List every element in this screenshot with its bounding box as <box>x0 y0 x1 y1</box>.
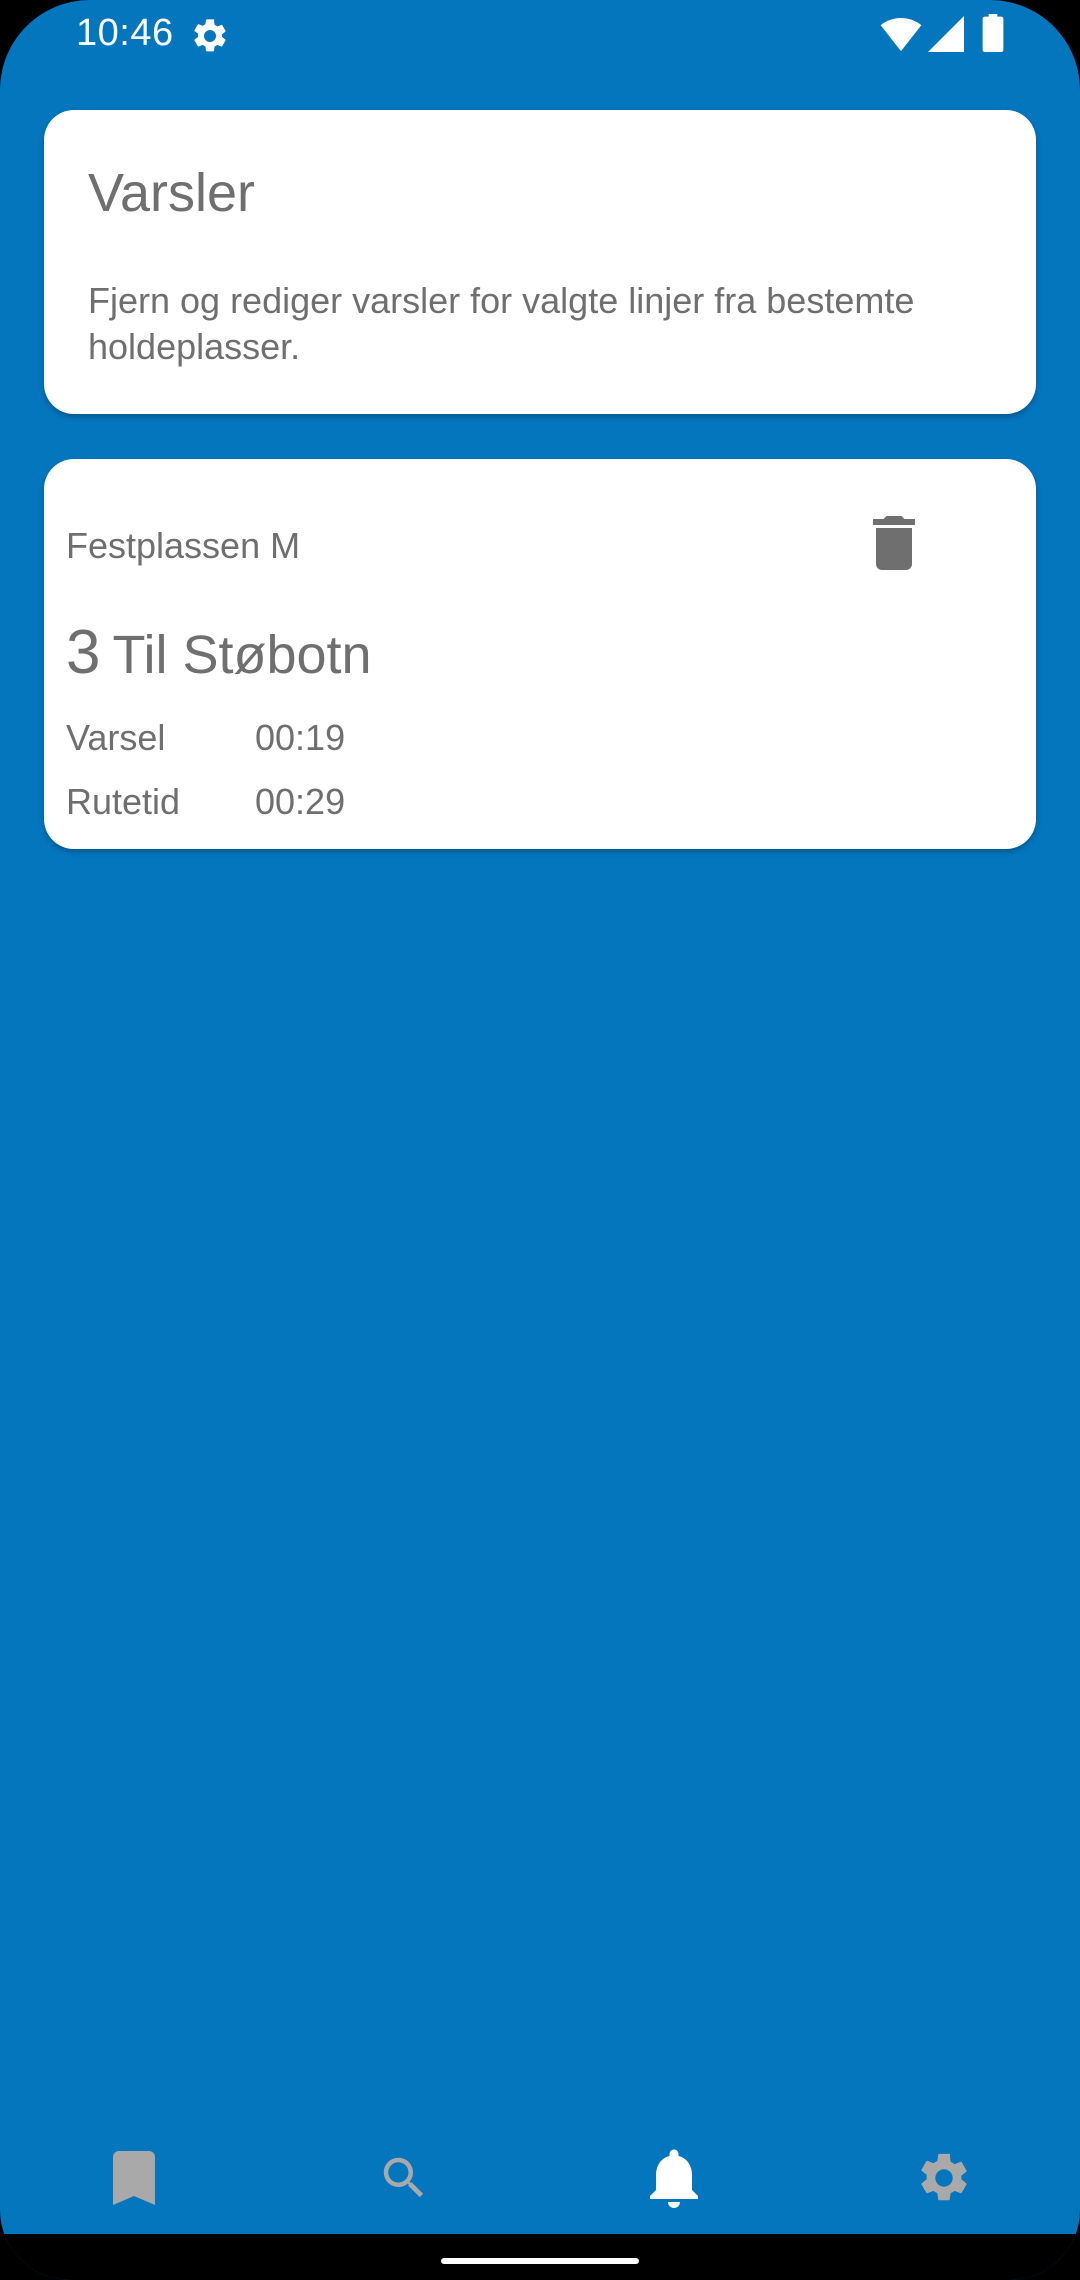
line-destination: Til Støbotn <box>112 625 372 685</box>
page-title: Varsler <box>88 163 256 223</box>
status-bar: 10:46 <box>0 0 1080 70</box>
battery-icon <box>982 14 1004 52</box>
wifi-icon <box>880 18 922 52</box>
app-screen: 10:46 Varsler Fjern og rediger varsler f… <box>0 0 1080 2280</box>
home-gesture-handle[interactable] <box>441 2258 639 2264</box>
nav-alerts-button[interactable] <box>634 2138 714 2218</box>
signal-icon <box>928 16 964 52</box>
delete-alert-button[interactable] <box>864 511 924 575</box>
search-icon <box>383 2157 424 2198</box>
rutetid-value: 00:29 <box>255 781 346 822</box>
line-number: 3 <box>66 618 101 687</box>
status-time: 10:46 <box>76 12 174 54</box>
trash-icon <box>873 516 915 570</box>
nav-search-button[interactable] <box>364 2138 444 2218</box>
bottom-navigation <box>0 2118 1080 2238</box>
varsel-label: Varsel <box>66 717 166 758</box>
alert-card[interactable]: Festplassen M 3 Til Støbotn Varsel 00:19 … <box>44 459 1036 849</box>
gear-icon <box>194 19 226 52</box>
varsel-value[interactable]: 00:19 <box>255 717 345 759</box>
line-row: 3 Til Støbotn <box>66 617 372 688</box>
gesture-bar-area <box>0 2234 1080 2280</box>
bookmark-icon <box>113 2151 155 2205</box>
gear-icon <box>921 2153 967 2201</box>
nav-settings-button[interactable] <box>904 2138 984 2218</box>
header-card: Varsler Fjern og rediger varsler for val… <box>44 110 1036 414</box>
stop-name: Festplassen M <box>66 525 301 566</box>
bell-icon <box>650 2149 698 2208</box>
nav-saved-button[interactable] <box>94 2138 174 2218</box>
rutetid-label: Rutetid <box>66 781 181 822</box>
page-description: Fjern og rediger varsler for valgte linj… <box>88 280 915 367</box>
